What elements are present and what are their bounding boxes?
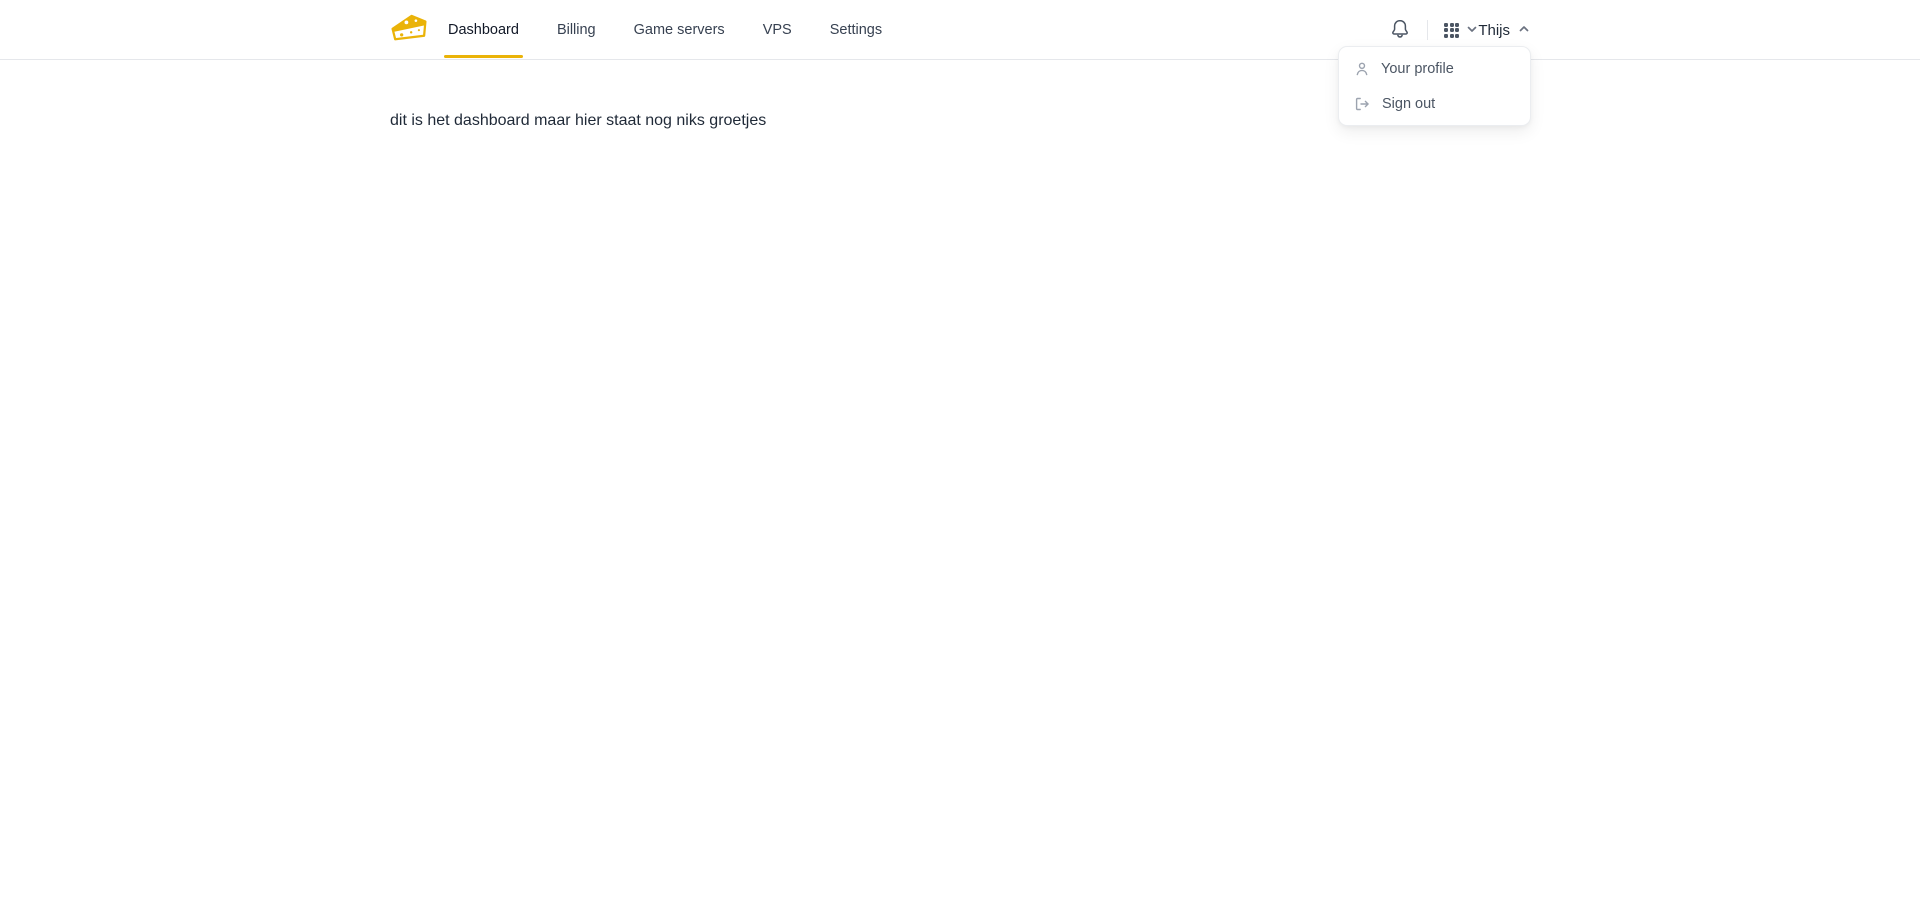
menu-item-label: Sign out	[1382, 96, 1435, 112]
nav-tab-settings[interactable]: Settings	[826, 0, 886, 60]
top-navbar: Dashboard Billing Game servers VPS Setti…	[0, 0, 1920, 60]
chevron-up-icon	[1518, 22, 1530, 39]
user-icon	[1354, 61, 1370, 77]
nav-tab-vps[interactable]: VPS	[759, 0, 796, 60]
nav-tab-game-servers[interactable]: Game servers	[630, 0, 729, 60]
nav-tab-dashboard[interactable]: Dashboard	[444, 0, 523, 60]
chevron-down-icon	[1466, 23, 1478, 38]
main-nav: Dashboard Billing Game servers VPS Setti…	[444, 0, 886, 60]
grid-icon	[1444, 23, 1459, 38]
user-dropdown-menu: Your profile Sign out	[1338, 46, 1531, 126]
user-name-label: Thijs	[1478, 22, 1510, 39]
main-content: dit is het dashboard maar hier staat nog…	[0, 60, 1920, 130]
user-menu-button[interactable]: Thijs	[1478, 22, 1530, 39]
menu-item-your-profile[interactable]: Your profile	[1339, 51, 1530, 86]
header-divider	[1427, 20, 1428, 40]
header-actions: Thijs Your profile	[1389, 0, 1530, 60]
notifications-button[interactable]	[1389, 19, 1411, 41]
apps-menu-button[interactable]	[1444, 23, 1478, 38]
cheese-logo	[390, 14, 428, 46]
menu-item-label: Your profile	[1381, 61, 1454, 77]
cheese-icon	[390, 12, 428, 49]
menu-item-sign-out[interactable]: Sign out	[1339, 86, 1530, 121]
bell-icon	[1390, 18, 1410, 42]
header-container: Dashboard Billing Game servers VPS Setti…	[390, 0, 1530, 60]
sign-out-icon	[1354, 96, 1371, 112]
nav-tab-billing[interactable]: Billing	[553, 0, 600, 60]
